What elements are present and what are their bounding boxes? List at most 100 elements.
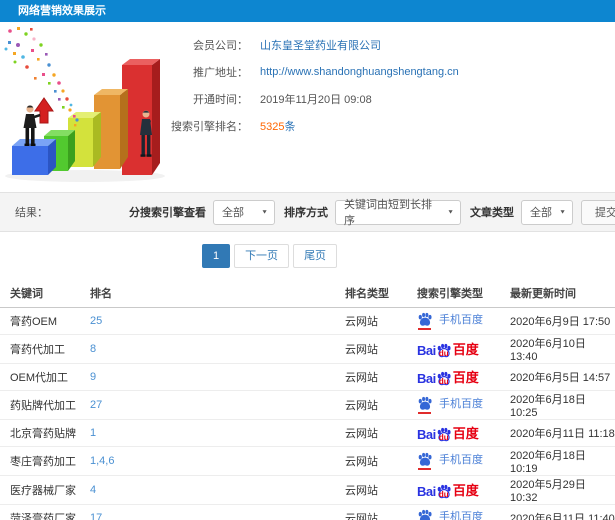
submit-button[interactable]: 提交 [581,199,615,225]
opened-time-value: 2019年11月20日 09:08 [260,93,372,106]
pagination: 1 下一页 尾页 [200,243,339,268]
keyword-cell: 药贴牌代加工 [0,390,90,420]
baidu-pc-logo: Bai du 百度 [417,367,479,386]
page-current[interactable]: 1 [201,243,231,268]
table-row: 膏药OEM 25 云网站 手机百度 2020年6月9日 17:50 [0,307,615,335]
engine-rank-count: 5325 [260,120,285,133]
rank-cell: 1 [90,419,345,447]
engine-rank-unit: 条 [284,120,296,133]
baidu-logo-cn: 百度 [452,370,479,385]
page-next[interactable]: 下一页 [234,243,290,268]
mobile-baidu-label: 手机百度 [439,398,483,411]
updated-cell: 2020年6月11日 11:40 [510,504,615,520]
baidu-logo-text: Bai [417,427,436,442]
table-row: 枣庄膏药加工 1,4,6 云网站 手机百度 2020年6月18日 10:19 [0,446,615,476]
article-type-value: 全部 [530,207,552,219]
engine-type-cell: 手机百度 [417,390,510,420]
keyword-cell: 菏泽膏药厂家 [0,504,90,520]
mobile-baidu-label: 手机百度 [439,511,483,520]
rank-link[interactable]: 1,4,6 [90,455,114,467]
rank-link[interactable]: 25 [90,315,102,327]
engine-type-cell: 手机百度 [417,446,510,476]
table-row: OEM代加工 9 云网站 Bai du 百度 2020年6月5日 14:57 [0,363,615,391]
col-engine-type: 搜索引擎类型 [417,279,510,308]
company-link[interactable]: 山东皇圣堂药业有限公司 [260,37,381,53]
baidu-paw-icon: du [436,343,452,358]
rank-type-cell: 云网站 [345,390,417,420]
promo-url-row: 推广地址： http://www.shandonghuangshengtang.… [160,58,615,85]
baidu-paw-icon: du [436,427,452,442]
keyword-cell: 北京膏药贴牌 [0,419,90,447]
engine-rank-value: 5325条 [260,118,295,134]
keyword-cell: 医疗器械厂家 [0,475,90,505]
engine-type-cell: Bai du 百度 [417,475,510,505]
chevron-down-icon: ▼ [559,209,566,215]
rank-type-cell: 云网站 [345,475,417,505]
keyword-cell: 膏药代加工 [0,334,90,364]
mobile-baidu-logo: 手机百度 [417,311,483,330]
updated-cell: 2020年6月9日 17:50 [510,307,615,335]
promo-url-label: 推广地址： [193,66,248,79]
engine-type-cell: Bai du 百度 [417,334,510,364]
rank-type-cell: 云网站 [345,363,417,391]
baidu-paw-icon [417,312,433,330]
page-last[interactable]: 尾页 [293,243,338,268]
updated-cell: 2020年6月18日 10:25 [510,390,615,420]
article-type-select[interactable]: 全部 ▼ [521,199,573,225]
col-updated: 最新更新时间 [510,279,615,308]
rank-link[interactable]: 17 [90,512,102,520]
member-fields: 会员公司： 山东皇圣堂药业有限公司 推广地址： http://www.shand… [160,31,615,139]
updated-cell: 2020年6月5日 14:57 [510,363,615,391]
mobile-baidu-logo: 手机百度 [417,508,483,520]
red-underline [418,467,431,470]
table-row: 菏泽膏药厂家 17 云网站 手机百度 2020年6月11日 11:40 [0,504,615,520]
sort-label: 排序方式 [284,207,328,219]
rank-link[interactable]: 8 [90,343,96,355]
pagination-row: 1 下一页 尾页 [0,232,615,279]
mobile-baidu-label: 手机百度 [439,314,483,327]
engine-view-select[interactable]: 全部 ▼ [213,199,275,225]
updated-cell: 2020年6月18日 10:19 [510,446,615,476]
opened-time-row: 开通时间： 2019年11月20日 09:08 [160,85,615,112]
rank-type-cell: 云网站 [345,307,417,335]
chevron-down-icon: ▼ [447,209,454,215]
mobile-baidu-label: 手机百度 [439,454,483,467]
baidu-logo-text: Bai [417,343,436,358]
engine-view-value: 全部 [222,207,244,219]
engine-type-cell: 手机百度 [417,307,510,335]
company-label: 会员公司： [193,39,248,52]
member-info-panel: 会员公司： 山东皇圣堂药业有限公司 推广地址： http://www.shand… [0,22,615,192]
sort-select[interactable]: 关键词由短到长排序 ▼ [335,199,461,227]
table-row: 医疗器械厂家 4 云网站 Bai du 百度 2020年5月29日 10:32 [0,475,615,505]
company-row: 会员公司： 山东皇圣堂药业有限公司 [160,31,615,58]
rank-link[interactable]: 9 [90,371,96,383]
baidu-logo-text: Bai [417,371,436,386]
baidu-logo-cn: 百度 [452,483,479,498]
engine-type-cell: Bai du 百度 [417,419,510,447]
rank-cell: 17 [90,504,345,520]
rank-link[interactable]: 4 [90,484,96,496]
mobile-baidu-logo: 手机百度 [417,395,483,414]
marketing-growth-illustration [4,27,165,182]
engine-view-label: 分搜索引擎查看 [129,207,206,219]
promo-url-link[interactable]: http://www.shandonghuangshengtang.cn [260,66,459,78]
engine-rank-row: 搜索引擎排名： 5325条 [160,112,615,139]
rank-link[interactable]: 1 [90,427,96,439]
baidu-pc-logo: Bai du 百度 [417,339,479,358]
updated-cell: 2020年6月10日 13:40 [510,334,615,364]
baidu-paw-icon [417,452,433,470]
chevron-down-icon: ▼ [261,209,268,215]
baidu-logo-cn: 百度 [452,342,479,357]
article-type-label: 文章类型 [470,207,514,219]
table-row: 药贴牌代加工 27 云网站 手机百度 2020年6月18日 10:25 [0,390,615,420]
engine-rank-label: 搜索引擎排名： [171,120,248,133]
red-underline [418,327,431,330]
opened-time-label: 开通时间： [193,93,248,106]
col-rank: 排名 [90,279,345,308]
up-arrow [34,97,54,124]
baidu-pc-logo: Bai du 百度 [417,423,479,442]
rank-link[interactable]: 27 [90,399,102,411]
red-underline [418,411,431,414]
keyword-cell: OEM代加工 [0,363,90,391]
updated-cell: 2020年5月29日 10:32 [510,475,615,505]
